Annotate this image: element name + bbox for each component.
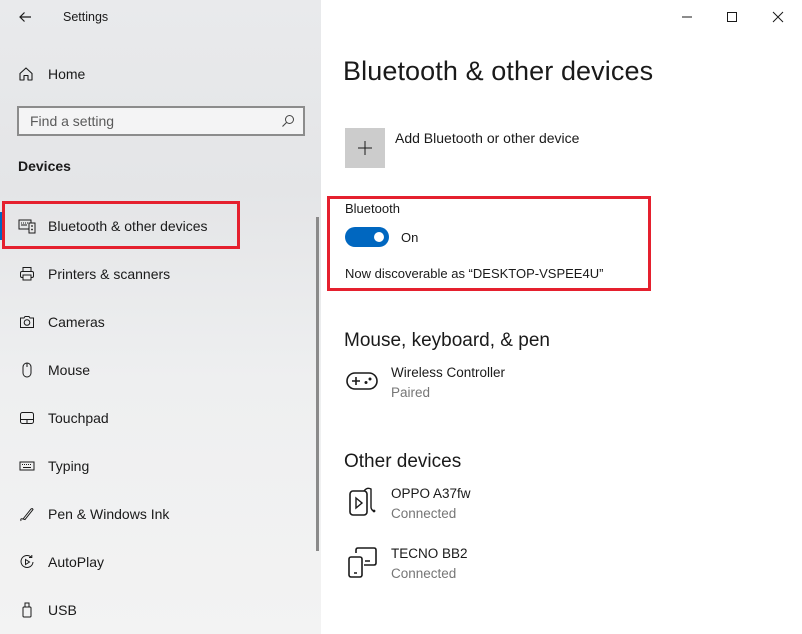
sidebar-item-pen[interactable]: Pen & Windows Ink <box>0 492 312 536</box>
sidebar-item-autoplay[interactable]: AutoPlay <box>0 540 312 584</box>
sidebar-item-label: Typing <box>48 458 90 474</box>
home-label: Home <box>48 66 86 82</box>
device-oppo-a37fw[interactable]: OPPO A37fw Connected <box>345 485 471 525</box>
sidebar: Settings Home Devices Bluetooth & other … <box>0 0 321 634</box>
device-status: Connected <box>391 566 457 581</box>
sidebar-item-label: AutoPlay <box>48 554 105 570</box>
toggle-knob <box>374 232 384 242</box>
sidebar-home[interactable]: Home <box>18 62 85 86</box>
sidebar-item-label: Printers & scanners <box>48 266 171 282</box>
device-status: Connected <box>391 506 457 521</box>
sidebar-item-label: Mouse <box>48 362 91 378</box>
section-heading-mouse-keyboard-pen: Mouse, keyboard, & pen <box>344 330 550 351</box>
phone-display-icon <box>345 545 379 579</box>
search-icon[interactable] <box>281 114 295 128</box>
gamepad-icon <box>345 364 379 398</box>
close-icon <box>772 11 784 23</box>
sidebar-item-usb[interactable]: USB <box>0 588 312 632</box>
app-title: Settings <box>63 10 109 24</box>
device-status: Paired <box>391 385 431 400</box>
back-button[interactable] <box>14 6 36 28</box>
usb-icon <box>18 601 36 619</box>
device-tecno-bb2[interactable]: TECNO BB2 Connected <box>345 545 468 585</box>
media-device-icon <box>345 485 379 519</box>
sidebar-item-label: Pen & Windows Ink <box>48 506 170 522</box>
sidebar-item-touchpad[interactable]: Touchpad <box>0 396 312 440</box>
sidebar-item-label: USB <box>48 602 77 618</box>
home-icon <box>19 67 33 81</box>
printer-icon <box>18 265 36 283</box>
search-box[interactable] <box>17 106 305 136</box>
minimize-icon <box>682 16 692 18</box>
sidebar-item-bluetooth[interactable]: Bluetooth & other devices <box>0 204 312 248</box>
bluetooth-toggle-state: On <box>401 230 419 245</box>
back-arrow-icon <box>19 12 31 22</box>
page-title: Bluetooth & other devices <box>343 56 654 86</box>
sidebar-item-label: Cameras <box>48 314 105 330</box>
bluetooth-label: Bluetooth <box>345 201 400 216</box>
add-tile[interactable] <box>345 128 385 168</box>
maximize-icon <box>727 12 737 22</box>
section-heading-other-devices: Other devices <box>344 451 462 472</box>
sidebar-item-printers[interactable]: Printers & scanners <box>0 252 312 296</box>
add-device-label: Add Bluetooth or other device <box>395 130 580 146</box>
sidebar-item-label: Touchpad <box>48 410 109 426</box>
discoverable-text: Now discoverable as “DESKTOP-VSPEE4U” <box>345 266 604 281</box>
main-content <box>321 0 802 634</box>
device-name: Wireless Controller <box>391 365 506 380</box>
device-name: OPPO A37fw <box>391 486 471 501</box>
device-wireless-controller[interactable]: Wireless Controller Paired <box>345 364 505 404</box>
maximize-button[interactable] <box>717 4 747 30</box>
section-label-devices: Devices <box>18 158 71 174</box>
camera-icon <box>18 313 36 331</box>
touchpad-icon <box>18 409 36 427</box>
add-device-button[interactable]: Add Bluetooth or other device <box>345 128 579 168</box>
bluetooth-devices-icon <box>18 217 36 235</box>
pen-icon <box>18 505 36 523</box>
close-button[interactable] <box>763 4 793 30</box>
device-name: TECNO BB2 <box>391 546 468 561</box>
mouse-icon <box>18 361 36 379</box>
sidebar-item-label: Bluetooth & other devices <box>48 218 208 234</box>
sidebar-item-cameras[interactable]: Cameras <box>0 300 312 344</box>
sidebar-item-mouse[interactable]: Mouse <box>0 348 312 392</box>
bluetooth-toggle[interactable] <box>345 227 389 247</box>
plus-icon <box>358 141 372 155</box>
minimize-button[interactable] <box>672 4 702 30</box>
search-input[interactable] <box>30 113 270 129</box>
sidebar-item-typing[interactable]: Typing <box>0 444 312 488</box>
keyboard-icon <box>18 457 36 475</box>
sidebar-scrollbar[interactable] <box>316 217 319 551</box>
autoplay-icon <box>18 553 36 571</box>
